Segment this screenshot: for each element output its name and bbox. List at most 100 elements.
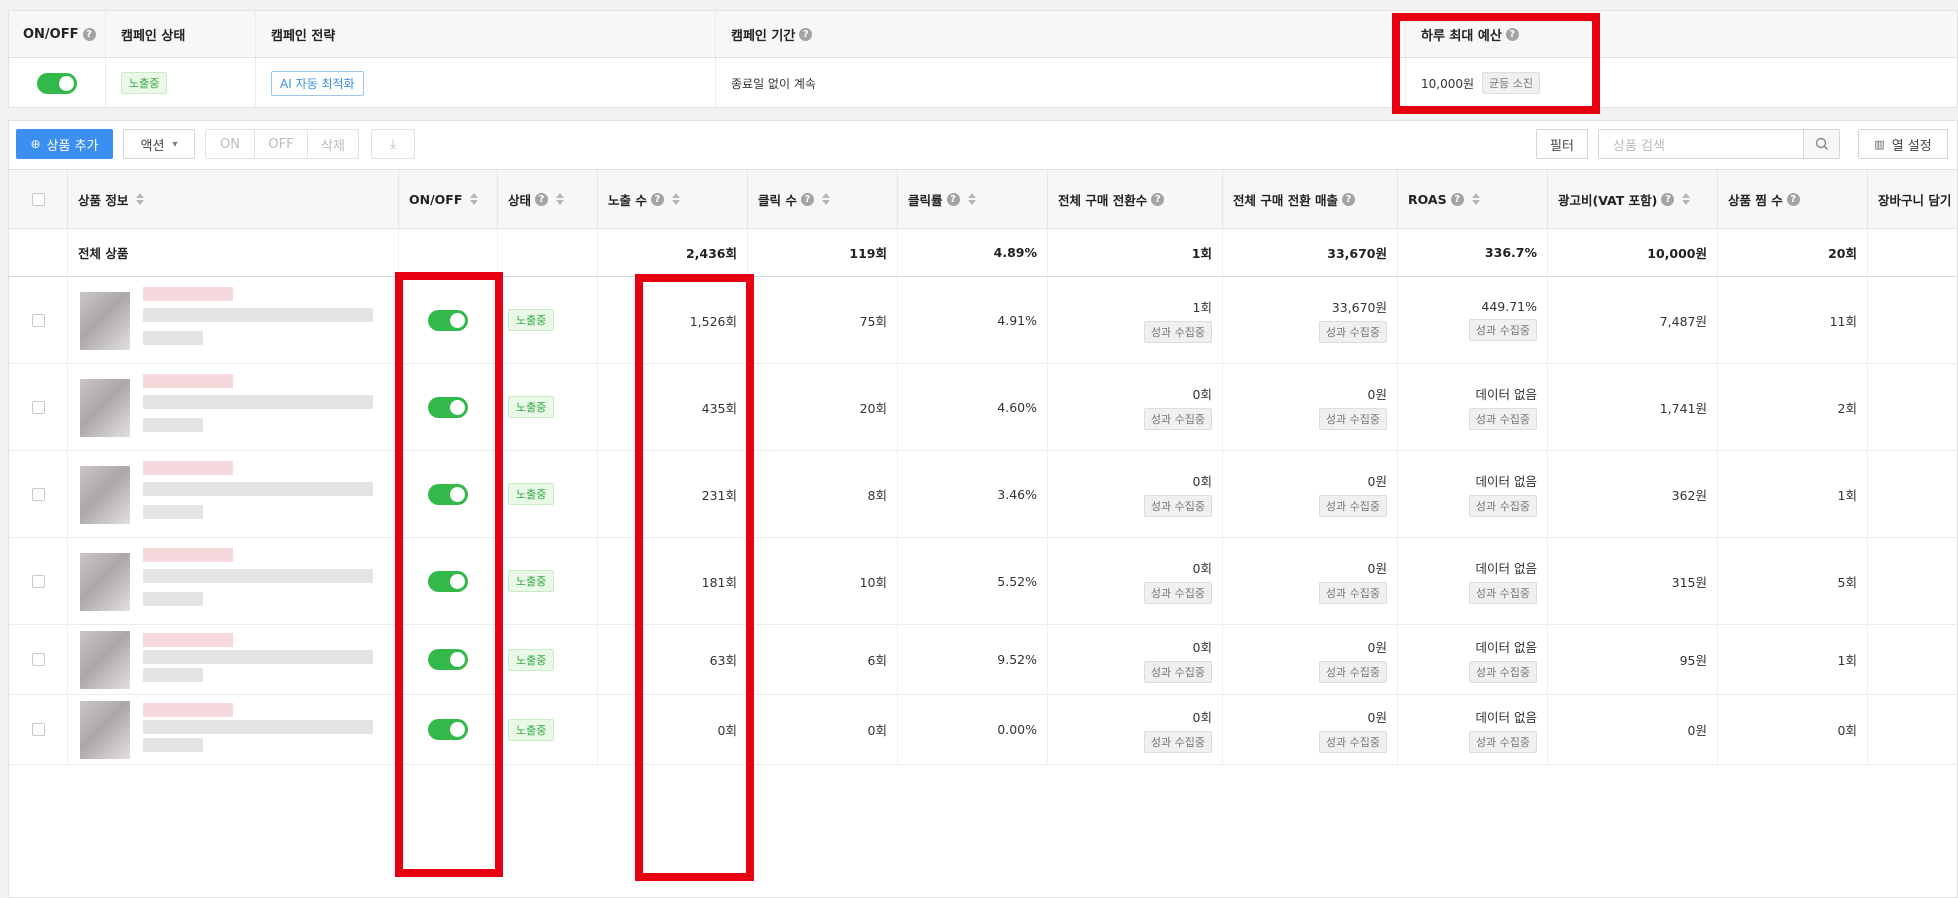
row-checkbox[interactable]: [31, 574, 45, 588]
row-ad-cost: 95원: [1548, 625, 1718, 694]
row-checkbox-cell: [9, 695, 68, 764]
delete-button[interactable]: 삭제: [307, 129, 359, 159]
campaign-strategy-header: 캠페인 전략: [256, 11, 716, 57]
revenue-value: 0원: [1367, 709, 1387, 725]
help-icon[interactable]: ?: [1342, 192, 1356, 206]
action-dropdown[interactable]: 액션 ▾: [123, 129, 195, 159]
row-checkbox[interactable]: [31, 723, 45, 736]
product-toggle[interactable]: [428, 719, 468, 740]
ctr-value: 4.60%: [997, 399, 1037, 415]
sort-icon[interactable]: [671, 193, 680, 205]
download-button[interactable]: ⤓: [371, 129, 415, 159]
product-info-cell[interactable]: [68, 538, 399, 624]
row-roas: 데이터 없음 성과 수집중: [1398, 625, 1548, 694]
download-icon: ⤓: [390, 136, 396, 152]
row-impressions: 231회: [598, 451, 748, 537]
row-favorites: 1회: [1718, 451, 1868, 537]
help-icon[interactable]: ?: [535, 192, 549, 206]
filter-button[interactable]: 필터: [1536, 129, 1588, 159]
row-clicks: 0회: [748, 695, 898, 764]
sort-icon[interactable]: [470, 193, 479, 205]
sort-icon[interactable]: [821, 193, 830, 205]
product-info-cell[interactable]: [68, 451, 399, 537]
help-icon[interactable]: ?: [1505, 27, 1519, 41]
product-search-input[interactable]: 상품 검색: [1598, 129, 1804, 159]
product-info-cell[interactable]: [68, 277, 399, 363]
row-conversions: 1회 성과 수집중: [1048, 277, 1223, 363]
row-checkbox[interactable]: [31, 653, 45, 666]
sort-icon[interactable]: [1682, 193, 1691, 205]
col-header-conversions[interactable]: 전체 구매 전환수?: [1048, 170, 1223, 228]
total-ctr: 4.89%: [898, 229, 1048, 276]
columns-icon: ▥: [1874, 137, 1885, 151]
on-button[interactable]: ON: [205, 129, 255, 159]
sort-icon[interactable]: [556, 193, 565, 205]
col-header-roas[interactable]: ROAS?: [1398, 170, 1548, 228]
help-icon[interactable]: ?: [800, 192, 814, 206]
ctr-value: 5.52%: [997, 573, 1037, 589]
col-header-ad-cost[interactable]: 광고비(VAT 포함)?: [1548, 170, 1718, 228]
table-row: 노출중 231회 8회 3.46% 0회 성과 수집중 0원 성과 수집중 데이…: [9, 451, 1957, 538]
help-icon[interactable]: ?: [650, 192, 664, 206]
col-label-conversions: 전체 구매 전환수: [1058, 192, 1148, 208]
col-header-onoff[interactable]: ON/OFF: [399, 170, 498, 228]
col-header-ctr[interactable]: 클릭률?: [898, 170, 1048, 228]
column-settings-button[interactable]: ▥ 열 설정: [1858, 129, 1948, 159]
product-toggle[interactable]: [428, 396, 468, 418]
help-icon[interactable]: ?: [1661, 192, 1675, 206]
col-header-revenue[interactable]: 전체 구매 전환 매출?: [1223, 170, 1398, 228]
add-product-button[interactable]: ⊕ 상품 추가: [16, 129, 113, 159]
product-info-cell[interactable]: [68, 695, 399, 764]
blurred-product-name: [143, 287, 233, 301]
sort-icon[interactable]: [1471, 193, 1480, 205]
status-badge: 노출중: [508, 718, 555, 741]
campaign-budget-value: 10,000원: [1421, 76, 1475, 91]
col-header-impressions[interactable]: 노출 수?: [598, 170, 748, 228]
help-icon[interactable]: ?: [1151, 192, 1165, 206]
ctr-value: 9.52%: [997, 652, 1037, 667]
help-icon[interactable]: ?: [1450, 192, 1464, 206]
sort-icon[interactable]: [967, 193, 976, 205]
help-icon[interactable]: ?: [799, 27, 813, 41]
col-header-clicks[interactable]: 클릭 수?: [748, 170, 898, 228]
conversions-value: 0회: [1192, 639, 1212, 655]
row-checkbox[interactable]: [31, 313, 45, 327]
campaign-strategy-badge[interactable]: AI 자동 최적화: [271, 70, 364, 96]
col-header-cart[interactable]: 장바구니 담기: [1868, 170, 1957, 228]
clicks-value: 6회: [867, 653, 887, 668]
budget-mode-badge: 균등 소진: [1482, 72, 1541, 94]
col-label-clicks: 클릭 수: [758, 192, 797, 208]
campaign-toggle[interactable]: [37, 72, 77, 94]
row-ctr: 9.52%: [898, 625, 1048, 694]
clicks-value: 75회: [859, 313, 887, 329]
product-toggle[interactable]: [428, 483, 468, 505]
revenue-value: 0원: [1367, 474, 1387, 489]
col-header-favorites[interactable]: 상품 찜 수?: [1718, 170, 1868, 228]
off-button[interactable]: OFF: [254, 129, 308, 159]
product-info-cell[interactable]: [68, 364, 399, 450]
col-label-cart: 장바구니 담기: [1878, 192, 1952, 208]
product-toggle[interactable]: [428, 649, 468, 670]
product-info-cell[interactable]: [68, 625, 399, 694]
roas-value: 데이터 없음: [1475, 639, 1537, 655]
help-icon[interactable]: ?: [1786, 192, 1800, 206]
product-toggle[interactable]: [428, 309, 468, 331]
sort-icon[interactable]: [136, 193, 145, 205]
favorites-value: 1회: [1837, 653, 1857, 668]
conversions-value: 0회: [1192, 474, 1212, 489]
select-all-checkbox[interactable]: [31, 192, 45, 206]
product-thumbnail: [80, 379, 130, 437]
product-toggle[interactable]: [428, 570, 468, 592]
search-button[interactable]: [1803, 129, 1840, 159]
col-header-status[interactable]: 상태?: [498, 170, 598, 228]
help-icon[interactable]: ?: [946, 192, 960, 206]
col-header-product[interactable]: 상품 정보: [68, 170, 399, 228]
blurred-product-option: [143, 482, 373, 496]
campaign-status-header: 캠페인 상태: [106, 11, 256, 57]
total-onoff-cell: [399, 229, 498, 276]
row-checkbox[interactable]: [31, 487, 45, 501]
campaign-status-header-label: 캠페인 상태: [121, 28, 186, 44]
row-status-cell: 노출중: [498, 277, 598, 363]
row-checkbox[interactable]: [31, 400, 45, 414]
help-icon[interactable]: ?: [82, 27, 96, 41]
